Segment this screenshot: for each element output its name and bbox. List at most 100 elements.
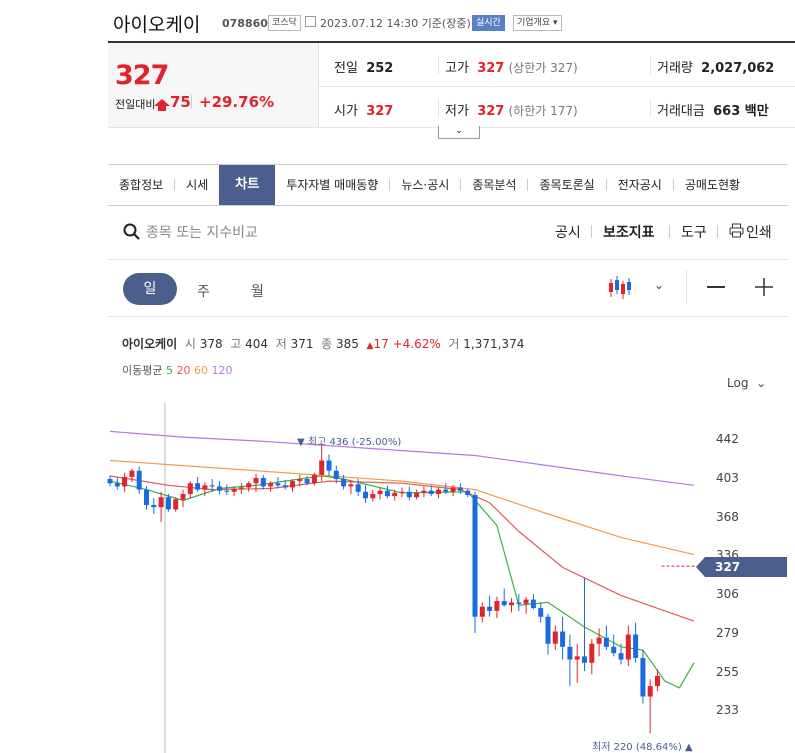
candle-body (655, 675, 660, 687)
candle-body (144, 489, 149, 505)
candle (399, 487, 405, 498)
candle (114, 476, 120, 490)
candle (406, 486, 412, 501)
candle-body (333, 470, 339, 480)
candle-body (348, 484, 354, 487)
candle-body (114, 483, 120, 487)
candle-body (297, 479, 303, 482)
candle (603, 625, 609, 650)
y-tick: 279 (716, 626, 739, 640)
candle (333, 465, 339, 484)
candle-body (530, 599, 536, 609)
candle (552, 625, 558, 650)
y-tick: 403 (716, 471, 739, 485)
candle-body (414, 492, 420, 498)
candle-body (151, 504, 157, 508)
candle (633, 622, 639, 663)
candle-body (501, 601, 507, 606)
candle-body (363, 491, 368, 499)
candle-body (384, 490, 390, 497)
candle-body (567, 646, 573, 660)
candle-body (311, 474, 317, 484)
y-tick: 368 (716, 510, 739, 524)
candle-body (465, 490, 471, 496)
candle-body (136, 470, 142, 490)
candle-body (633, 634, 639, 658)
candle (545, 613, 551, 655)
min-annotation: 최저 220 (48.64%) ▲ (592, 742, 693, 753)
candle-body (582, 656, 587, 663)
candle (436, 487, 441, 499)
candle (494, 596, 500, 619)
candle-body (457, 487, 463, 491)
candle-body (224, 490, 230, 492)
candle (384, 485, 390, 499)
candle (530, 594, 536, 610)
candle-body (129, 470, 135, 477)
candle (582, 577, 587, 671)
candle (260, 474, 266, 490)
candle-body (158, 497, 164, 508)
candle-body (268, 483, 274, 487)
candle (144, 486, 149, 510)
candle (107, 475, 113, 487)
candle-body (538, 608, 544, 617)
candle (370, 489, 376, 502)
candle-body (173, 499, 179, 510)
candle (538, 602, 544, 623)
candle-body (603, 637, 609, 647)
candle-body (494, 601, 500, 611)
candle-body (122, 476, 128, 487)
candle-body (443, 489, 449, 492)
candle (217, 481, 222, 494)
candle (326, 454, 332, 476)
candle-body (516, 602, 522, 604)
tag-pointer (696, 557, 705, 577)
candle (158, 491, 164, 523)
candle (363, 485, 368, 503)
candle (611, 634, 617, 657)
candle-body (377, 490, 383, 494)
candle (640, 649, 646, 704)
candle-body (450, 487, 456, 492)
candle-body (253, 477, 259, 484)
candle-body (487, 606, 493, 611)
candle (246, 481, 252, 492)
candle-body (231, 488, 237, 492)
candle-body (370, 493, 376, 499)
y-tick: 255 (716, 665, 739, 679)
candle-body (326, 460, 332, 471)
candle-body (479, 606, 485, 617)
candle-body (399, 491, 405, 493)
candle-body (282, 485, 288, 488)
candle (136, 466, 142, 494)
candle-body (392, 492, 398, 497)
candle-body (195, 483, 201, 490)
candle (509, 598, 514, 613)
candle-body (107, 479, 113, 484)
candle-body (436, 489, 441, 494)
candle-body (246, 483, 252, 488)
y-tick: 442 (716, 432, 739, 446)
candle-body (275, 483, 281, 486)
candle-body (640, 657, 646, 697)
candle-body (611, 646, 617, 654)
candle (414, 489, 420, 500)
candle-body (304, 479, 310, 484)
candle-body (180, 493, 186, 500)
price-chart[interactable] (0, 0, 795, 753)
candle (487, 595, 493, 617)
candle-body (560, 631, 566, 647)
candle (472, 491, 478, 634)
candle (560, 616, 566, 660)
candle-body (625, 634, 631, 660)
candle (180, 489, 186, 508)
candle (647, 679, 653, 734)
y-tick: 233 (716, 703, 739, 717)
candle-body (589, 643, 595, 663)
candle-body (523, 599, 529, 604)
candle-body (209, 485, 215, 487)
candle-body (202, 485, 208, 490)
candle (122, 472, 128, 492)
candle (151, 498, 157, 514)
